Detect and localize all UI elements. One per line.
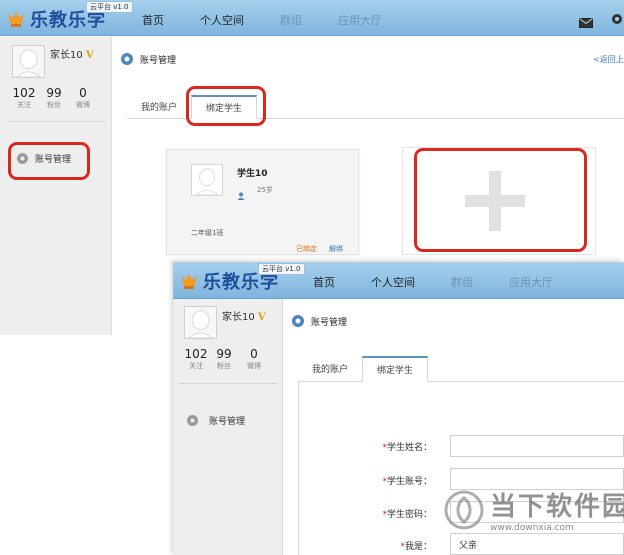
nav-personal-space[interactable]: 个人空间 (371, 274, 415, 290)
main-nav-front: 首页 个人空间 群组 应用大厅 (313, 274, 589, 290)
relation-selected-value: 父亲 (459, 541, 478, 551)
tab-my-account[interactable]: 我的账户 (127, 95, 191, 118)
gear-icon (186, 414, 199, 427)
stat-follow-back[interactable]: 102 关注 (12, 86, 36, 110)
highlight-add-student (414, 148, 587, 252)
avatar-back[interactable] (12, 45, 45, 78)
student-avatar (191, 164, 223, 196)
stat-label: 关注 (17, 101, 31, 109)
stat-label: 微博 (76, 101, 90, 109)
tab-my-account[interactable]: 我的账户 (298, 356, 362, 381)
tab-bind-student[interactable]: 绑定学生 (362, 356, 429, 382)
stat-label: 粉丝 (47, 101, 61, 109)
relation-label: *我是： (370, 539, 432, 552)
student-account-label: *学生账号： (370, 474, 432, 487)
stat-value: 0 (79, 86, 87, 100)
version-badge-front: 云平台 v1.0 (258, 263, 305, 275)
student-card[interactable]: 学生10 25岁 二年级1班 已绑定 解绑 (166, 149, 359, 255)
stat-label: 关注 (189, 362, 203, 370)
highlight-bind-tab (186, 86, 266, 126)
page-title-front: 账号管理 (291, 314, 347, 328)
student-age: 25岁 (257, 186, 273, 194)
settings-gear-icon (120, 52, 134, 66)
nav-personal-space[interactable]: 个人空间 (200, 12, 244, 28)
sidebar-item-label: 账号管理 (209, 417, 246, 427)
sidebar-divider (178, 383, 278, 384)
sidebar-back (0, 37, 112, 335)
student-password-label: *学生密码： (370, 507, 432, 520)
stat-value: 99 (46, 86, 62, 100)
username-text: 家长10 (50, 50, 83, 61)
nav-app-hall[interactable]: 应用大厅 (509, 274, 553, 290)
unbind-link[interactable]: 解绑 (329, 244, 343, 254)
stat-label: 粉丝 (217, 362, 231, 370)
username-front: 家长10 V (222, 308, 266, 323)
person-icon (237, 185, 245, 200)
nav-home[interactable]: 首页 (142, 12, 164, 28)
student-grade: 二年级1班 (191, 229, 224, 237)
settings-gear-icon[interactable] (610, 11, 624, 25)
stat-fans-front[interactable]: 99 粉丝 (214, 347, 234, 371)
label-text: 学生姓名： (386, 443, 432, 453)
label-text: 学生账号： (386, 477, 432, 487)
page-title-back: 账号管理 (120, 52, 176, 66)
student-name-input[interactable] (450, 435, 624, 457)
stat-value: 99 (216, 347, 232, 361)
nav-groups[interactable]: 群组 (451, 274, 473, 290)
vip-badge: V (85, 50, 94, 61)
label-text: 我是： (404, 542, 432, 552)
mail-icon[interactable] (579, 13, 593, 28)
logo-mark-icon (179, 271, 199, 291)
vip-badge: V (257, 312, 266, 323)
stat-value: 102 (184, 347, 208, 361)
bound-status: 已绑定 (296, 245, 317, 253)
settings-gear-icon (291, 314, 305, 328)
student-name-label: *学生姓名： (370, 440, 432, 453)
watermark-title: 当下软件园 (490, 492, 624, 522)
relation-select[interactable]: 父亲 (450, 533, 624, 555)
stat-value: 0 (250, 347, 258, 361)
sidebar-divider (6, 121, 106, 122)
stat-label: 微博 (247, 362, 261, 370)
username-back: 家长10 V (50, 46, 94, 61)
stat-weibo-back[interactable]: 0 微博 (73, 86, 93, 110)
nav-groups[interactable]: 群组 (280, 12, 302, 28)
student-name: 学生10 (237, 169, 268, 179)
watermark-logo-icon (444, 488, 484, 532)
back-link[interactable]: <返回上一 (593, 54, 624, 65)
main-nav-back: 首页 个人空间 群组 应用大厅 (142, 12, 418, 28)
avatar-front[interactable] (184, 306, 217, 339)
stat-value: 102 (12, 86, 36, 100)
page-title-text: 账号管理 (311, 317, 348, 328)
nav-app-hall[interactable]: 应用大厅 (338, 12, 382, 28)
sidebar-item-account-manage-front[interactable]: 账号管理 (186, 414, 245, 427)
page-title-text: 账号管理 (140, 55, 177, 66)
stat-fans-back[interactable]: 99 粉丝 (44, 86, 64, 110)
highlight-account-manage (8, 142, 90, 180)
watermark: 当下软件园 www.downxia.com (444, 486, 624, 533)
version-badge-back: 云平台 v1.0 (86, 1, 133, 13)
logo-mark-icon (6, 9, 26, 29)
tab-bar-front: 我的账户 绑定学生 (298, 356, 624, 382)
watermark-url: www.downxia.com (490, 523, 574, 533)
stat-weibo-front[interactable]: 0 微博 (244, 347, 264, 371)
stat-follow-front[interactable]: 102 关注 (184, 347, 208, 371)
username-text: 家长10 (222, 312, 255, 323)
nav-home[interactable]: 首页 (313, 274, 335, 290)
screenshot-root: 乐教乐学 云平台 v1.0 首页 个人空间 群组 应用大厅 家长10 V 102… (0, 0, 624, 555)
label-text: 学生密码： (386, 510, 432, 520)
